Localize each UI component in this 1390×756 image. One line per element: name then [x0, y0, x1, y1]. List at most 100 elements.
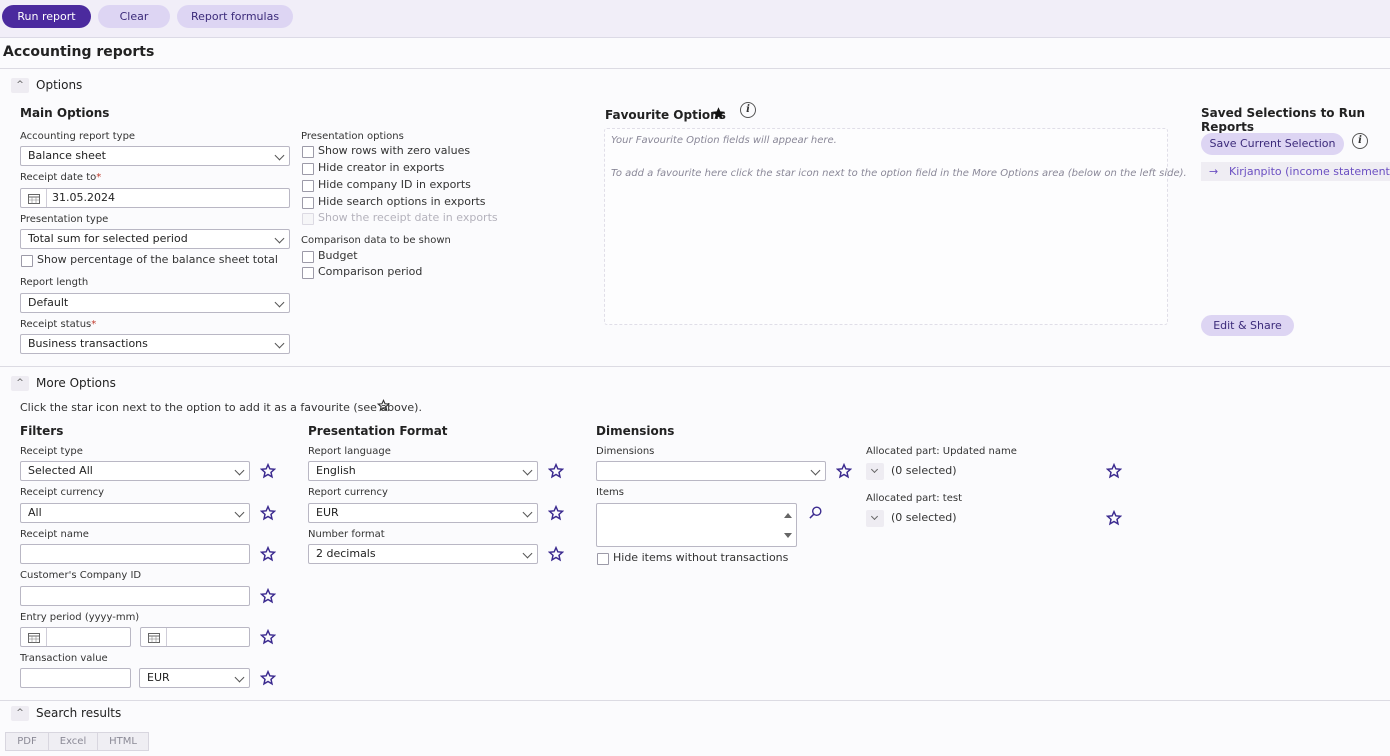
edit-share-button[interactable]: Edit & Share [1201, 315, 1294, 336]
hide-search-options-label: Hide search options in exports [318, 195, 486, 208]
show-percentage-label: Show percentage of the balance sheet tot… [37, 253, 278, 266]
presentation-options-heading: Presentation options [301, 131, 404, 142]
scroll-up-icon[interactable] [784, 513, 792, 518]
receipt-currency-label: Receipt currency [20, 487, 105, 498]
divider [0, 366, 1390, 367]
star-outline-icon[interactable] [260, 588, 276, 604]
receipt-currency-select[interactable]: All [20, 503, 250, 523]
page-title: Accounting reports [3, 44, 155, 60]
receipt-date-label: Receipt date to* [20, 172, 102, 183]
report-length-select[interactable]: Default [20, 293, 290, 313]
transaction-currency-select[interactable]: EUR [139, 668, 250, 688]
saved-selection-link-label: Kirjanpito (income statement) [1229, 165, 1390, 178]
receipt-type-select[interactable]: Selected All [20, 461, 250, 481]
favourite-options-heading: Favourite Options [605, 108, 726, 122]
saved-info-icon[interactable]: i [1352, 133, 1368, 149]
collapse-more-options-button[interactable]: ^ [11, 376, 29, 391]
toolbar: Run report Clear Report formulas [0, 0, 1390, 38]
report-language-select[interactable]: English [308, 461, 538, 481]
number-format-value: 2 decimals [316, 547, 376, 560]
show-receipt-date-label: Show the receipt date in exports [318, 211, 498, 224]
show-zero-rows-checkbox[interactable] [302, 146, 314, 158]
star-outline-icon[interactable] [260, 629, 276, 645]
star-outline-icon[interactable] [260, 546, 276, 562]
receipt-name-input[interactable] [20, 544, 250, 564]
report-language-label: Report language [308, 446, 391, 457]
calendar-icon[interactable] [21, 628, 47, 646]
company-id-label: Customer's Company ID [20, 570, 142, 581]
star-outline-icon[interactable] [836, 463, 852, 479]
entry-period-start-input[interactable] [20, 627, 131, 647]
favourite-info-icon[interactable]: i [740, 102, 756, 118]
comparison-heading: Comparison data to be shown [301, 235, 451, 246]
number-format-select[interactable]: 2 decimals [308, 544, 538, 564]
dimensions-select[interactable] [596, 461, 826, 481]
saved-selections-heading: Saved Selections to Run Reports [1201, 106, 1366, 134]
receipt-status-label: Receipt status* [20, 319, 97, 330]
hide-creator-checkbox[interactable] [302, 163, 314, 175]
arrow-right-icon: → [1209, 165, 1219, 178]
divider [0, 700, 1390, 701]
more-options-section-title: More Options [36, 376, 116, 390]
budget-label: Budget [318, 249, 358, 262]
presentation-type-label: Presentation type [20, 214, 109, 225]
calendar-icon[interactable] [141, 628, 167, 646]
items-list[interactable] [596, 503, 797, 547]
filters-heading: Filters [20, 424, 64, 438]
favourite-star-icon [712, 107, 725, 120]
entry-period-end-input[interactable] [140, 627, 250, 647]
comparison-period-label: Comparison period [318, 265, 423, 278]
receipt-date-input[interactable]: 31.05.2024 [20, 188, 290, 208]
calendar-icon[interactable] [21, 189, 47, 207]
saved-selection-link[interactable]: → Kirjanpito (income statement) [1201, 162, 1390, 181]
export-pdf-button[interactable]: PDF [5, 732, 49, 751]
save-current-selection-button[interactable]: Save Current Selection [1201, 133, 1344, 155]
star-outline-icon[interactable] [260, 463, 276, 479]
scroll-down-icon[interactable] [784, 533, 792, 538]
run-report-button[interactable]: Run report [2, 5, 91, 28]
receipt-type-value: Selected All [28, 464, 93, 477]
number-format-label: Number format [308, 529, 385, 540]
receipt-type-label: Receipt type [20, 446, 83, 457]
presentation-type-select[interactable]: Total sum for selected period [20, 229, 290, 249]
budget-checkbox[interactable] [302, 251, 314, 263]
export-html-button[interactable]: HTML [97, 732, 149, 751]
star-outline-icon[interactable] [548, 463, 564, 479]
options-section-title: Options [36, 78, 83, 92]
star-outline-icon[interactable] [548, 505, 564, 521]
star-outline-icon[interactable] [548, 546, 564, 562]
hide-search-options-checkbox[interactable] [302, 197, 314, 209]
receipt-name-label: Receipt name [20, 529, 89, 540]
allocated-part-2-toggle[interactable] [866, 510, 884, 527]
receipt-date-value: 31.05.2024 [52, 191, 115, 204]
receipt-status-select[interactable]: Business transactions [20, 334, 290, 354]
star-outline-icon [377, 399, 390, 412]
hide-items-checkbox[interactable] [597, 553, 609, 565]
star-outline-icon[interactable] [1106, 510, 1122, 526]
receipt-status-label-text: Receipt status [20, 319, 92, 330]
comparison-period-checkbox[interactable] [302, 267, 314, 279]
report-type-select[interactable]: Balance sheet [20, 146, 290, 166]
receipt-status-value: Business transactions [28, 337, 148, 350]
hide-company-id-checkbox[interactable] [302, 180, 314, 192]
company-id-input[interactable] [20, 586, 250, 606]
report-formulas-button[interactable]: Report formulas [177, 5, 293, 28]
more-options-hint: Click the star icon next to the option t… [20, 401, 422, 414]
report-currency-select[interactable]: EUR [308, 503, 538, 523]
show-percentage-checkbox[interactable] [21, 255, 33, 267]
export-excel-button[interactable]: Excel [48, 732, 98, 751]
star-outline-icon[interactable] [260, 505, 276, 521]
transaction-value-input[interactable] [20, 668, 131, 688]
divider [0, 68, 1390, 69]
search-icon[interactable] [808, 505, 823, 520]
allocated-part-2-value: (0 selected) [891, 511, 957, 524]
report-currency-label: Report currency [308, 487, 388, 498]
allocated-part-1-toggle[interactable] [866, 463, 884, 480]
show-receipt-date-checkbox [302, 213, 314, 225]
star-outline-icon[interactable] [1106, 463, 1122, 479]
clear-button[interactable]: Clear [98, 5, 170, 28]
collapse-search-results-button[interactable]: ^ [11, 706, 29, 721]
favourite-hint-2: To add a favourite here click the star i… [611, 168, 1187, 179]
collapse-options-button[interactable]: ^ [11, 78, 29, 93]
star-outline-icon[interactable] [260, 670, 276, 686]
